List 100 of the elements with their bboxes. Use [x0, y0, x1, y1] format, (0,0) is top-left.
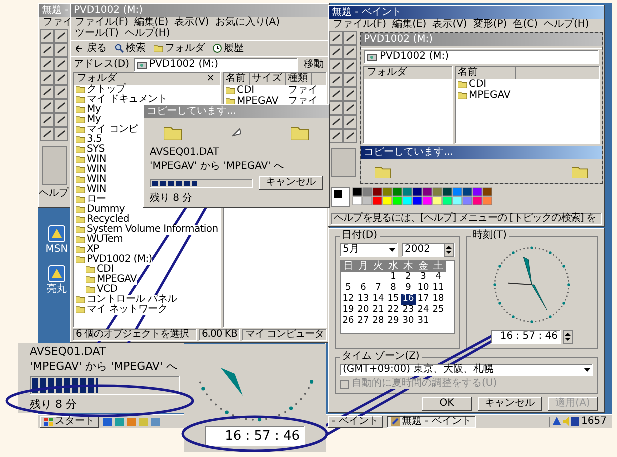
calendar-day[interactable]: 20	[356, 305, 371, 316]
calendar-day[interactable]: 23	[401, 305, 416, 316]
menu-item[interactable]: ヘルプ(H)	[124, 29, 170, 39]
toolbar-button[interactable]: 検索	[113, 44, 148, 54]
calendar-day[interactable]: 14	[371, 294, 386, 305]
checkbox-label: 自動的に夏時間の調整をする(U)	[352, 379, 498, 389]
close-button[interactable]: ×	[204, 74, 217, 84]
spinner-icon[interactable]	[444, 243, 454, 257]
menu-item[interactable]: ツール(T)	[75, 29, 119, 39]
weekday-label: 月	[356, 261, 371, 272]
drive-icon	[367, 52, 377, 60]
weekday-label: 金	[416, 261, 431, 272]
calendar-day[interactable]: 15	[386, 294, 401, 305]
calendar-day[interactable]: 31	[416, 316, 431, 327]
menu-item[interactable]: ファイル(F)	[75, 18, 129, 28]
calendar-day[interactable]: 28	[371, 316, 386, 327]
calendar-day[interactable]: 8	[386, 283, 401, 294]
address-field: PVD1002 (M:)	[364, 50, 599, 64]
address-field[interactable]: PVD1002 (M:)	[134, 58, 298, 72]
menu-item[interactable]: 色(C)	[513, 20, 538, 30]
group-label: 時刻(T)	[472, 231, 508, 241]
menu-item[interactable]: 編集(E)	[134, 18, 169, 28]
dropdown-arrow-icon	[583, 366, 592, 374]
spinner-icon[interactable]	[563, 330, 573, 344]
month-select[interactable]: 5月	[340, 243, 398, 257]
taskbar-button[interactable]: 無題 - ペイント	[386, 416, 476, 428]
menu-item[interactable]: 編集(E)	[392, 20, 427, 30]
menu-item[interactable]: ファイル(F)	[333, 20, 387, 30]
paper-icon	[232, 128, 242, 138]
calendar-day[interactable]: 22	[386, 305, 401, 316]
desktop-icon[interactable]	[47, 225, 67, 243]
window-title: 無題 -	[39, 4, 71, 17]
window-title: PVD1002 (M:)	[71, 4, 329, 17]
cancel-button[interactable]: キャンセル	[259, 176, 323, 190]
toolbar-button[interactable]: 履歴	[211, 44, 246, 54]
calendar-day[interactable]: 26	[341, 316, 356, 327]
start-button[interactable]: スタート	[40, 416, 99, 428]
toolbar-button[interactable]: 戻る	[74, 44, 109, 54]
time-field: 16 : 57 : 46	[205, 426, 305, 446]
search-icon	[115, 44, 124, 53]
tray-icons-drawing[interactable]	[552, 417, 579, 426]
paint-app-icon	[390, 417, 400, 426]
calendar-day[interactable]: 9	[401, 283, 416, 294]
dialog-button[interactable]: OK	[422, 397, 472, 411]
desktop-icon-label[interactable]: MSN	[46, 245, 68, 255]
calendar-day[interactable]: 2	[401, 272, 416, 283]
file-name[interactable]: CDI	[224, 86, 286, 96]
status-text: ヘルプ	[39, 189, 70, 199]
calendar-day[interactable]: 3	[416, 272, 431, 283]
toolbar-button[interactable]: フォルダ	[152, 44, 207, 54]
menu-item[interactable]: ヘルプ(H)	[544, 20, 590, 30]
calendar-day[interactable]: 27	[356, 316, 371, 327]
calendar-day[interactable]: 24	[416, 305, 431, 316]
dropdown-arrow-icon	[388, 246, 397, 254]
window-title: 無題 - ペイント	[329, 6, 604, 19]
calendar-day[interactable]: 13	[356, 294, 371, 305]
file-name: CDI	[456, 80, 536, 90]
calendar-day[interactable]: 29	[386, 316, 401, 327]
status-panel: 6.00 KB	[198, 329, 240, 341]
column-header[interactable]: 種類	[286, 73, 312, 85]
menu-item[interactable]: お気に入り(A)	[215, 18, 280, 28]
calendar-day[interactable]: 12	[341, 294, 356, 305]
taskbar-button[interactable]: - ペイント	[328, 416, 383, 428]
calendar-day[interactable]: 1	[386, 272, 401, 283]
calendar-day[interactable]: 7	[371, 283, 386, 294]
calendar-day[interactable]: 4	[431, 272, 446, 283]
weekday-label: 木	[401, 261, 416, 272]
menu-item[interactable]: 表示(V)	[174, 18, 210, 28]
calendar-day[interactable]: 18	[431, 294, 446, 305]
window-title: コピーしています...	[144, 105, 329, 118]
calendar-day[interactable]: 21	[371, 305, 386, 316]
status-panel: ヘルプを見るには、[ヘルプ] メニューの [トピックの検索] を	[331, 213, 602, 225]
year-field[interactable]: 2002	[402, 243, 455, 257]
quick-launch-drawing[interactable]	[103, 416, 161, 426]
column-header[interactable]: 名前	[224, 73, 250, 85]
dialog-button[interactable]: キャンセル	[478, 397, 542, 411]
tray-clock: 1657	[582, 416, 607, 426]
calendar-day[interactable]: 25	[431, 305, 446, 316]
desktop-icon-label[interactable]: 亮丸	[47, 285, 67, 295]
folder-icon	[164, 126, 182, 140]
calendar-day[interactable]: 30	[401, 316, 416, 327]
calendar-day[interactable]: 16	[401, 294, 416, 305]
column-header: 名前	[456, 67, 516, 79]
calendar-day[interactable]: 17	[416, 294, 431, 305]
go-button[interactable]: 移動	[302, 60, 326, 70]
menu-item[interactable]: 表示(V)	[432, 20, 468, 30]
calendar-day[interactable]: 19	[341, 305, 356, 316]
calendar-day[interactable]: 6	[356, 283, 371, 294]
calendar-day[interactable]: 5	[341, 283, 356, 294]
calendar-day[interactable]: 11	[431, 283, 446, 294]
column-header[interactable]: サイズ	[250, 73, 286, 85]
desktop-icon[interactable]	[47, 265, 67, 283]
menu-item[interactable]: 変形(P)	[473, 20, 508, 30]
calendar-day[interactable]: 10	[416, 283, 431, 294]
timezone-select[interactable]: (GMT+09:00) 東京、大阪、札幌	[340, 364, 593, 376]
weekday-label: 火	[371, 261, 386, 272]
window-title: PVD1002 (M:)	[361, 33, 602, 46]
time-field[interactable]: 16 : 57 : 46	[491, 330, 561, 344]
clock-icon	[213, 44, 222, 53]
folder-icon	[291, 126, 309, 140]
